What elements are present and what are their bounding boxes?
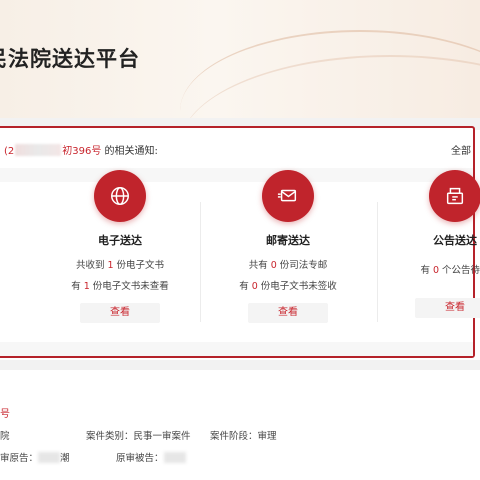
view-button[interactable]: 查看: [415, 298, 480, 318]
case-info-section: 号 院 案件类别：民事一审案件 案件阶段：审理 审原告：潮 原审被告：: [0, 370, 480, 480]
case-number-label: 号: [0, 409, 10, 420]
all-link[interactable]: 全部: [451, 142, 471, 157]
platform-title: 民法院送达平台: [0, 47, 140, 71]
redacted-text: [38, 452, 61, 463]
mail-delivery-card: 邮寄送达 共有 0 份司法专邮 有 0 份电子文书未签收 查看: [208, 170, 368, 342]
original-plaintiff: 审原告：潮: [0, 452, 70, 464]
view-button[interactable]: 查看: [248, 303, 328, 323]
delivery-cards: 电子送达 共收到 1 份电子文书 有 1 份电子文书未查看 查看 邮寄送达 共有…: [0, 170, 480, 342]
case-number-prefix: (2: [4, 146, 15, 157]
redacted-text: [163, 452, 186, 463]
unsigned-count-line: 有 0 份电子文书未签收: [239, 281, 337, 292]
notice-tail: 的相关通知:: [101, 146, 158, 157]
case-stage: 案件阶段：审理: [210, 431, 277, 442]
case-category: 案件类别：民事一审案件: [86, 431, 191, 442]
notification-panel: (2 初396号 的相关通知: 全部 电子送达 共收到 1 份电子文书 有 1 份电子文书…: [0, 126, 480, 358]
card-title: 公告送达: [433, 234, 477, 247]
announcement-delivery-card: 公告送达 有0个公告待侵 查看: [375, 170, 480, 342]
original-defendant: 原审被告：: [116, 450, 186, 464]
view-button[interactable]: 查看: [80, 303, 160, 323]
announcement-count-line: 有0个公告待侵: [420, 265, 480, 276]
redacted-text: [15, 144, 62, 156]
court-name: 院: [0, 431, 10, 442]
notice-line: (2 初396号 的相关通知:: [4, 142, 158, 157]
announcement-icon: [429, 170, 480, 222]
electronic-delivery-card: 电子送达 共收到 1 份电子文书 有 1 份电子文书未查看 查看: [40, 170, 200, 342]
mail-count-line: 共有 0 份司法专邮: [248, 260, 328, 271]
card-title: 邮寄送达: [266, 234, 310, 247]
received-count-line: 共收到 1 份电子文书: [75, 260, 165, 271]
separator-band: [0, 360, 480, 370]
mail-icon: [262, 170, 314, 222]
unviewed-count-line: 有 1 份电子文书未查看: [71, 281, 169, 292]
globe-icon: [94, 170, 146, 222]
card-title: 电子送达: [98, 234, 142, 247]
header-banner: 民法院送达平台: [0, 0, 480, 118]
case-number-suffix: 初396号: [62, 146, 102, 157]
delivery-area: 电子送达 共收到 1 份电子文书 有 1 份电子文书未查看 查看 邮寄送达 共有…: [0, 168, 480, 356]
card-divider: [200, 202, 201, 322]
